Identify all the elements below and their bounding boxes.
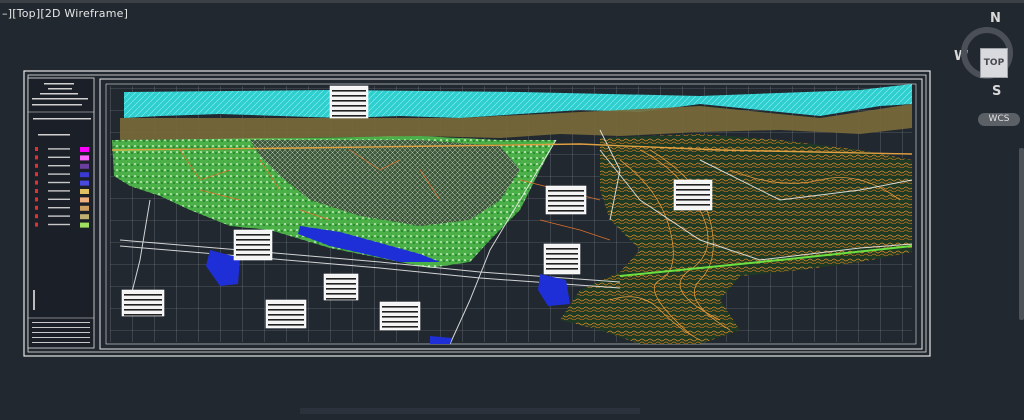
table-row <box>382 316 418 318</box>
table-row <box>676 194 710 196</box>
table-row <box>546 248 578 250</box>
table-row <box>326 283 356 285</box>
coordinate-table <box>121 289 165 317</box>
table-row <box>546 268 578 270</box>
table-row <box>332 90 366 92</box>
table-row <box>326 278 356 280</box>
legend-swatch <box>80 197 89 203</box>
table-row <box>268 319 304 321</box>
wcs-menu[interactable]: WCS <box>978 113 1020 126</box>
table-row <box>268 324 304 326</box>
table-row <box>332 100 366 102</box>
cad-drawing-canvas[interactable] <box>0 0 1024 420</box>
legend-swatch <box>80 155 89 161</box>
legend-label-line <box>48 190 70 192</box>
table-row <box>236 234 270 236</box>
legend-swatch <box>80 147 89 152</box>
table-row <box>236 254 270 256</box>
table-row <box>382 326 418 328</box>
table-row <box>124 314 162 316</box>
legend-swatch <box>80 189 89 194</box>
table-row <box>548 190 584 192</box>
legend-label-line <box>48 223 70 226</box>
table-row <box>236 244 270 246</box>
legend-marker <box>35 214 38 219</box>
table-row <box>548 200 584 202</box>
coordinate-table <box>329 85 369 119</box>
table-row <box>124 294 162 296</box>
coordinate-table <box>379 301 421 331</box>
table-row <box>268 309 304 311</box>
legend-marker <box>35 205 38 210</box>
table-row <box>332 110 366 112</box>
table-background <box>121 289 165 317</box>
table-row <box>546 253 578 255</box>
legend-label-line <box>48 198 70 200</box>
table-row <box>124 304 162 306</box>
table-row <box>236 249 270 251</box>
legend-label-line <box>48 165 70 167</box>
legend-swatch <box>80 172 89 178</box>
table-row <box>332 115 366 117</box>
compass-north[interactable]: N <box>990 11 1001 26</box>
table-row <box>124 309 162 311</box>
legend-label-line <box>48 207 70 209</box>
table-row <box>676 204 710 206</box>
legend-label-line <box>48 148 70 150</box>
table-row <box>124 299 162 301</box>
status-text-faint <box>300 408 640 414</box>
table-row <box>546 263 578 265</box>
table-row <box>332 95 366 97</box>
viewcube-top-face[interactable]: TOP <box>980 48 1008 78</box>
legend-swatch <box>80 163 89 169</box>
table-row <box>326 293 356 295</box>
compass-south[interactable]: S <box>992 84 1001 99</box>
table-row <box>326 288 356 290</box>
legend-marker <box>35 163 38 168</box>
table-row <box>546 258 578 260</box>
table-row <box>268 304 304 306</box>
table-row <box>676 184 710 186</box>
table-row <box>548 205 584 207</box>
legend-label-line <box>48 181 70 184</box>
table-row <box>382 311 418 313</box>
table-row <box>676 199 710 201</box>
legend-marker <box>35 155 38 160</box>
coordinate-table <box>543 243 581 275</box>
table-row <box>382 321 418 323</box>
table-row <box>382 306 418 308</box>
legend-swatch <box>80 180 89 186</box>
vertical-scrollbar[interactable] <box>1019 148 1024 320</box>
table-row <box>332 105 366 107</box>
legend-marker <box>35 147 38 151</box>
table-row <box>548 195 584 197</box>
coordinate-table <box>545 185 587 215</box>
legend-marker <box>35 189 38 193</box>
legend-marker <box>35 180 38 185</box>
table-row <box>236 239 270 241</box>
legend-marker <box>35 222 38 227</box>
legend-label-line <box>48 173 70 175</box>
legend-marker <box>35 197 38 202</box>
legend-swatch <box>80 205 89 211</box>
coordinate-table <box>673 179 713 211</box>
table-row <box>268 314 304 316</box>
table-row <box>548 210 584 212</box>
coordinate-table <box>323 273 359 301</box>
table-row <box>326 298 356 300</box>
coordinate-table <box>265 299 307 329</box>
table-background <box>323 273 359 301</box>
viewcube[interactable]: N W S TOP <box>950 10 1024 110</box>
legend-marker <box>35 172 38 177</box>
legend-swatch <box>80 214 89 220</box>
legend-label-line <box>48 215 70 217</box>
table-row <box>676 189 710 191</box>
legend-label-line <box>48 156 70 158</box>
legend-swatch <box>80 222 89 228</box>
legend-panel <box>27 77 95 349</box>
coordinate-table <box>233 229 273 261</box>
